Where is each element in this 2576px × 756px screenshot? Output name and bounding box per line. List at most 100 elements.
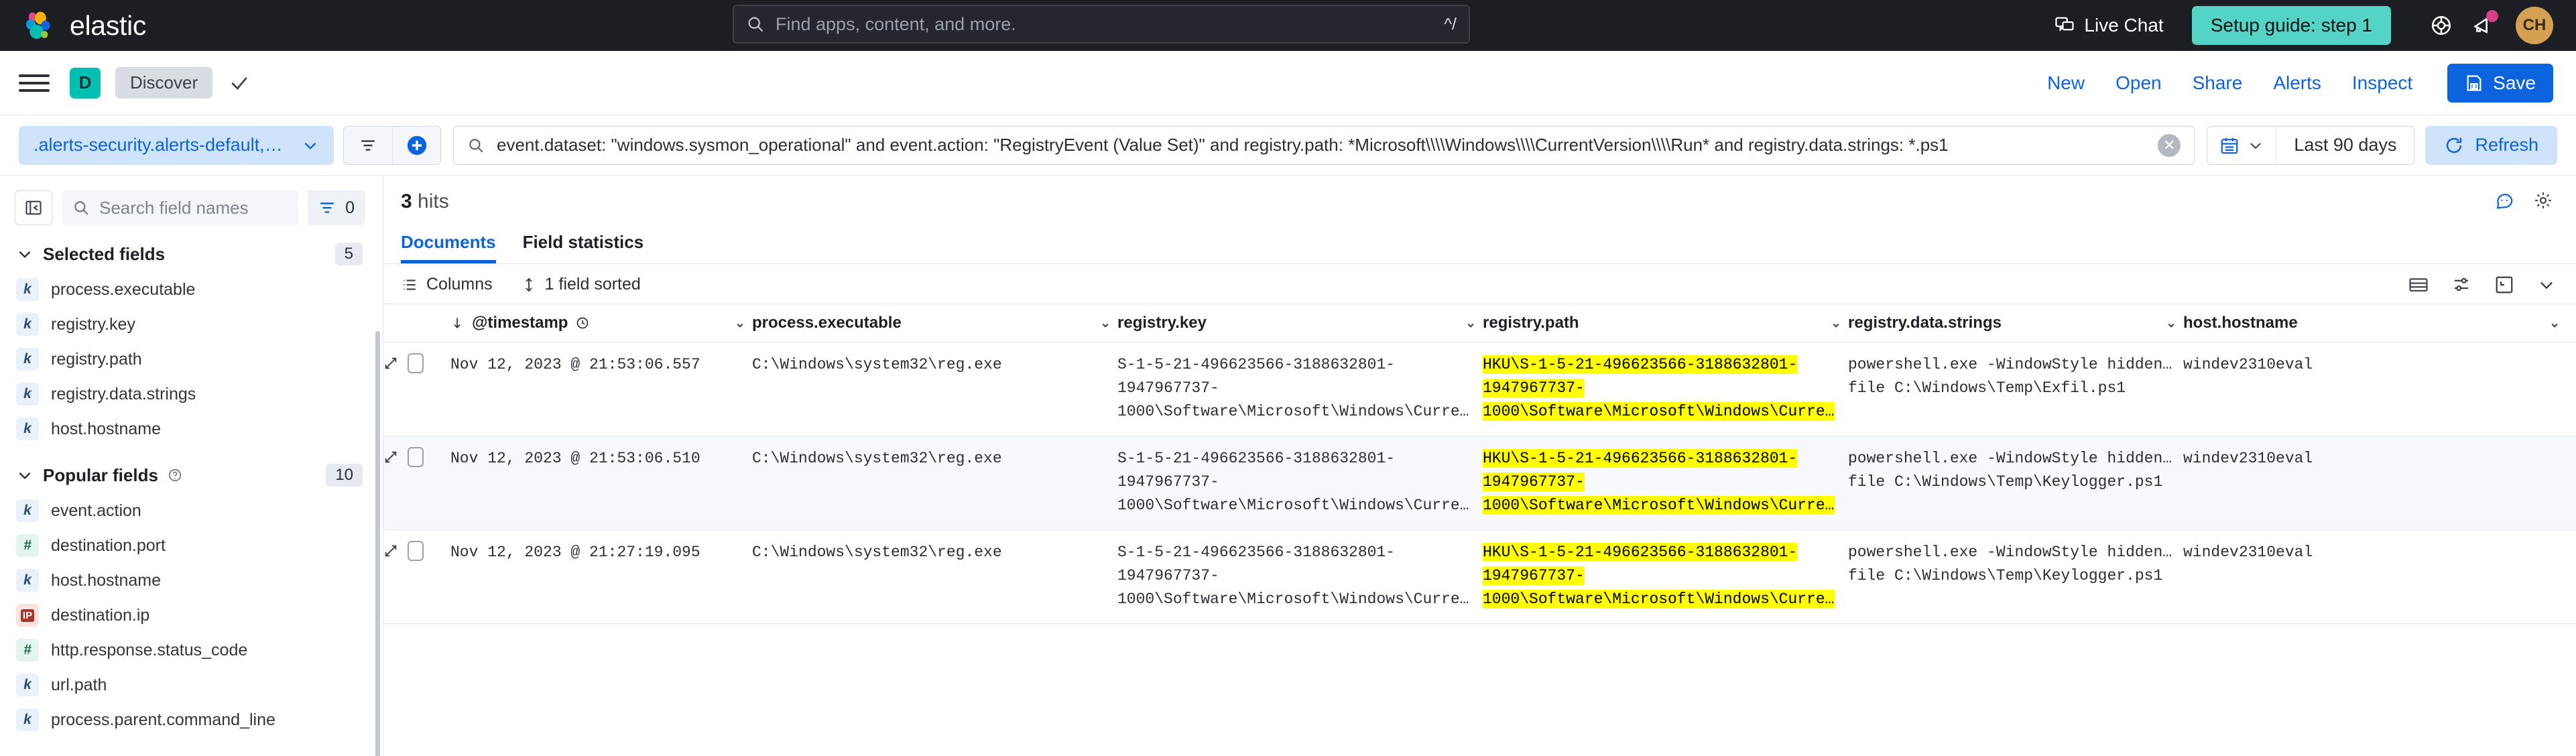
- number-type-icon: #: [16, 534, 39, 557]
- announcements-button[interactable]: [2462, 5, 2504, 46]
- highlight: HKU\S-1-5-21-496623566-3188632801-: [1483, 355, 1798, 374]
- sidebar-field-url-path[interactable]: k url.path: [0, 668, 383, 702]
- help-button[interactable]: [2420, 5, 2462, 46]
- field-type-filter-button[interactable]: 0: [308, 190, 365, 225]
- chevron-down-icon[interactable]: ⌄: [1465, 316, 1476, 331]
- time-range-label[interactable]: Last 90 days: [2276, 135, 2414, 155]
- field-name: url.path: [51, 675, 107, 694]
- clear-query-button[interactable]: ✕: [2158, 133, 2181, 157]
- help-question-icon[interactable]: [168, 468, 182, 483]
- save-button[interactable]: Save: [2447, 63, 2553, 103]
- setup-guide-button[interactable]: Setup guide: step 1: [2191, 6, 2391, 45]
- keyword-type-icon: k: [16, 418, 39, 440]
- columns-button[interactable]: Columns: [401, 275, 493, 294]
- sidebar-field-registry-path[interactable]: k registry.path: [0, 342, 383, 377]
- chevron-down-icon[interactable]: ⌄: [735, 316, 745, 331]
- table-row[interactable]: Nov 12, 2023 @ 21:53:06.557 C:\Windows\s…: [383, 342, 2576, 436]
- row-checkbox[interactable]: [408, 353, 424, 373]
- cell-host-hostname: windev2310eval: [2183, 529, 2576, 624]
- global-search-input[interactable]: Find apps, content, and more. ^/: [733, 5, 1470, 44]
- sort-fields-button[interactable]: 1 field sorted: [521, 275, 641, 294]
- table-row[interactable]: Nov 12, 2023 @ 21:27:19.095 C:\Windows\s…: [383, 529, 2576, 624]
- table-row[interactable]: Nov 12, 2023 @ 21:53:06.510 C:\Windows\s…: [383, 436, 2576, 530]
- expand-document-icon[interactable]: [383, 450, 398, 464]
- chevron-down-icon[interactable]: ⌄: [1831, 316, 1841, 331]
- row-checkbox[interactable]: [408, 446, 424, 467]
- live-chat-button[interactable]: Live Chat: [2054, 15, 2164, 36]
- sidebar-field-event-action[interactable]: k event.action: [0, 493, 383, 528]
- app-toolbar: D Discover New Open Share Alerts Inspect…: [0, 51, 2576, 115]
- inspect-button[interactable]: Inspect: [2352, 72, 2412, 94]
- gear-icon[interactable]: [2533, 190, 2553, 210]
- hits-label: hits: [418, 190, 449, 212]
- expand-document-icon[interactable]: [383, 356, 398, 371]
- keyword-type-icon: k: [16, 569, 39, 592]
- cell-process-executable: C:\Windows\system32\reg.exe: [752, 436, 1117, 530]
- search-icon: [746, 15, 765, 34]
- header-timestamp[interactable]: @timestamp ⌄: [450, 304, 752, 342]
- header-process-executable[interactable]: process.executable ⌄: [752, 304, 1117, 342]
- sidebar-field-host-hostname[interactable]: k host.hostname: [0, 412, 383, 446]
- breadcrumb[interactable]: Discover: [115, 67, 213, 99]
- cell-registry-path: HKU\S-1-5-21-496623566-3188632801- 19479…: [1483, 529, 1848, 624]
- share-button[interactable]: Share: [2193, 72, 2243, 94]
- filter-controls: [343, 125, 441, 165]
- date-picker[interactable]: Last 90 days: [2207, 125, 2415, 165]
- chevron-down-icon[interactable]: ⌄: [2549, 316, 2569, 331]
- cell-timestamp: Nov 12, 2023 @ 21:27:19.095: [450, 529, 752, 624]
- row-checkbox[interactable]: [408, 540, 424, 561]
- tab-field-statistics[interactable]: Field statistics: [523, 228, 644, 263]
- header-host-hostname[interactable]: host.hostname ⌄: [2183, 304, 2576, 342]
- data-view-selector[interactable]: .alerts-security.alerts-default,ap...: [19, 125, 334, 165]
- row-controls: [383, 342, 450, 436]
- sort-settings-icon[interactable]: [2451, 275, 2471, 295]
- feedback-icon[interactable]: [2494, 190, 2514, 210]
- field-name: registry.path: [51, 349, 142, 369]
- query-input[interactable]: event.dataset: "windows.sysmon_operation…: [453, 125, 2195, 165]
- chevron-down-icon[interactable]: ⌄: [2166, 316, 2176, 331]
- expand-document-icon[interactable]: [383, 544, 398, 558]
- refresh-button[interactable]: Refresh: [2425, 125, 2557, 165]
- sidebar-field-process-executable[interactable]: k process.executable: [0, 272, 383, 307]
- expand-chevron-icon[interactable]: [2537, 275, 2556, 294]
- alerts-button[interactable]: Alerts: [2273, 72, 2321, 94]
- filter-options-button[interactable]: [344, 126, 392, 164]
- user-avatar[interactable]: CH: [2516, 7, 2553, 44]
- date-quick-select-button[interactable]: [2207, 126, 2277, 164]
- header-registry-data-strings[interactable]: registry.data.strings ⌄: [1848, 304, 2183, 342]
- sidebar-field-destination-port[interactable]: # destination.port: [0, 528, 383, 563]
- field-search-input[interactable]: Search field names: [62, 190, 299, 225]
- fullscreen-icon[interactable]: [2494, 275, 2514, 295]
- elastic-brand[interactable]: elastic: [20, 7, 146, 44]
- sidebar-field-host-hostname-popular[interactable]: k host.hostname: [0, 563, 383, 598]
- save-label: Save: [2493, 72, 2536, 93]
- sidebar-field-registry-data-strings[interactable]: k registry.data.strings: [0, 377, 383, 412]
- clock-icon: [576, 316, 589, 330]
- menu-toggle-button[interactable]: [19, 74, 50, 92]
- sidebar-field-http-response-status-code[interactable]: # http.response.status_code: [0, 633, 383, 668]
- add-filter-button[interactable]: [392, 126, 440, 164]
- chevron-down-icon[interactable]: ⌄: [1100, 316, 1111, 331]
- sidebar-field-registry-key[interactable]: k registry.key: [0, 307, 383, 342]
- field-name: destination.ip: [51, 605, 150, 625]
- header-registry-path[interactable]: registry.path ⌄: [1483, 304, 1848, 342]
- cell-host-hostname: windev2310eval: [2183, 342, 2576, 436]
- sidebar-scrollbar[interactable]: [375, 331, 380, 756]
- query-bar: .alerts-security.alerts-default,ap... ev…: [0, 115, 2576, 176]
- keyword-type-icon: k: [16, 348, 39, 371]
- selected-fields-count: 5: [334, 243, 363, 265]
- collapse-sidebar-button[interactable]: [15, 190, 52, 225]
- sidebar-field-process-parent-command-line[interactable]: k process.parent.command_line: [0, 702, 383, 737]
- header-label: @timestamp: [472, 314, 568, 332]
- chevron-down-icon: [2248, 137, 2264, 153]
- cell-timestamp: Nov 12, 2023 @ 21:53:06.557: [450, 342, 752, 436]
- density-icon[interactable]: [2408, 275, 2429, 295]
- tab-documents[interactable]: Documents: [401, 228, 496, 263]
- open-button[interactable]: Open: [2115, 72, 2162, 94]
- popular-fields-header[interactable]: Popular fields 10: [0, 446, 383, 493]
- lifebuoy-icon: [2430, 14, 2453, 37]
- new-button[interactable]: New: [2047, 72, 2085, 94]
- sidebar-field-destination-ip[interactable]: IP destination.ip: [0, 598, 383, 633]
- selected-fields-header[interactable]: Selected fields 5: [0, 225, 383, 272]
- header-registry-key[interactable]: registry.key ⌄: [1117, 304, 1483, 342]
